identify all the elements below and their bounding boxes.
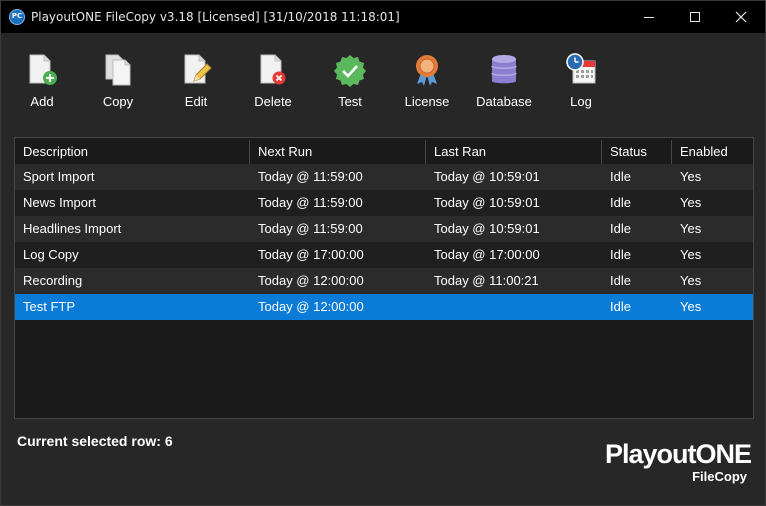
database-button[interactable]: Database	[469, 53, 539, 125]
table-row[interactable]: Headlines Import Today @ 11:59:00 Today …	[15, 216, 753, 242]
window-title: PlayoutONE FileCopy v3.18 [Licensed] [31…	[31, 10, 400, 24]
cell-next-run: Today @ 11:59:00	[258, 169, 363, 184]
cell-last-ran: Today @ 10:59:01	[434, 169, 540, 184]
table-row[interactable]: Sport Import Today @ 11:59:00 Today @ 10…	[15, 164, 753, 190]
cell-last-ran	[426, 294, 602, 320]
cell-enabled: Yes	[680, 221, 702, 236]
brand-logo: PlayoutONE FileCopy	[589, 439, 759, 487]
cell-enabled: Yes	[680, 195, 702, 210]
log-button[interactable]: Log	[546, 53, 616, 125]
close-button[interactable]	[718, 1, 764, 33]
add-button-label: Add	[30, 94, 54, 109]
column-header-next-run[interactable]: Next Run	[250, 140, 426, 164]
table-row[interactable]: Recording Today @ 12:00:00 Today @ 11:00…	[15, 268, 753, 294]
cell-status: Idle	[610, 247, 631, 262]
selected-row-status: Current selected row: 6	[17, 433, 173, 449]
cell-last-ran: Today @ 10:59:01	[434, 195, 540, 210]
test-button[interactable]: Test	[315, 53, 385, 125]
copy-files-icon	[105, 54, 131, 86]
cell-description: Test FTP	[23, 299, 76, 314]
cell-enabled: Yes	[680, 273, 702, 288]
cell-enabled: Yes	[680, 169, 702, 184]
copy-button[interactable]: Copy	[83, 53, 153, 125]
cell-status: Idle	[610, 299, 631, 314]
column-header-description[interactable]: Description	[15, 140, 250, 164]
delete-file-icon	[260, 54, 286, 85]
cell-description: Sport Import	[23, 169, 95, 184]
maximize-button[interactable]	[672, 1, 718, 33]
edit-file-icon	[184, 54, 212, 84]
log-calendar-icon	[566, 53, 596, 84]
cell-next-run: Today @ 12:00:00	[258, 299, 364, 314]
column-header-last-ran[interactable]: Last Ran	[426, 140, 602, 164]
column-header-enabled[interactable]: Enabled	[672, 140, 753, 164]
cell-enabled: Yes	[680, 299, 702, 314]
cell-status: Idle	[610, 195, 631, 210]
cell-description: Recording	[23, 273, 83, 288]
edit-button[interactable]: Edit	[161, 53, 231, 125]
log-button-label: Log	[570, 94, 592, 109]
minimize-button[interactable]	[626, 1, 672, 33]
cell-status: Idle	[610, 169, 631, 184]
database-icon	[491, 55, 517, 84]
test-button-label: Test	[338, 94, 362, 109]
column-header-status[interactable]: Status	[602, 140, 672, 164]
maximize-icon	[690, 12, 700, 22]
table-row-selected[interactable]: Test FTP Today @ 12:00:00 Idle Yes	[15, 294, 753, 320]
brand-logo-main: PlayoutONE	[604, 439, 752, 469]
delete-button[interactable]: Delete	[238, 53, 308, 125]
edit-button-label: Edit	[184, 94, 208, 109]
cell-status: Idle	[610, 221, 631, 236]
table-row[interactable]: Log Copy Today @ 17:00:00 Today @ 17:00:…	[15, 242, 753, 268]
license-button-label: License	[404, 94, 450, 109]
add-file-icon	[29, 54, 57, 85]
cell-status: Idle	[610, 273, 631, 288]
cell-description: News Import	[23, 195, 96, 210]
app-window: PC PlayoutONE FileCopy v3.18 [Licensed] …	[0, 0, 766, 506]
close-icon	[735, 11, 747, 23]
database-button-label: Database	[476, 94, 532, 109]
cell-next-run: Today @ 17:00:00	[258, 247, 364, 262]
app-logo-icon: PC	[9, 9, 25, 25]
title-bar[interactable]: PC PlayoutONE FileCopy v3.18 [Licensed] …	[1, 1, 765, 33]
jobs-grid[interactable]: Description Next Run Last Ran Status Ena…	[14, 137, 754, 419]
toolbar: Add Copy Edit Delete Test License Databa…	[1, 33, 765, 133]
minimize-icon	[644, 17, 654, 18]
test-check-icon	[334, 55, 366, 87]
add-button[interactable]: Add	[7, 53, 77, 125]
grid-header: Description Next Run Last Ran Status Ena…	[15, 140, 753, 164]
cell-description: Log Copy	[23, 247, 79, 262]
table-row[interactable]: News Import Today @ 11:59:00 Today @ 10:…	[15, 190, 753, 216]
cell-enabled: Yes	[680, 247, 702, 262]
cell-next-run: Today @ 11:59:00	[258, 221, 363, 236]
cell-next-run: Today @ 12:00:00	[258, 273, 364, 288]
cell-next-run: Today @ 11:59:00	[258, 195, 363, 210]
brand-logo-sub: FileCopy	[692, 469, 747, 484]
license-button[interactable]: License	[392, 53, 462, 125]
cell-description: Headlines Import	[23, 221, 122, 236]
cell-last-ran: Today @ 10:59:01	[434, 221, 540, 236]
cell-last-ran: Today @ 17:00:00	[434, 247, 540, 262]
license-badge-icon	[416, 55, 438, 86]
cell-last-ran: Today @ 11:00:21	[434, 273, 539, 288]
copy-button-label: Copy	[102, 94, 134, 109]
delete-button-label: Delete	[254, 94, 292, 109]
